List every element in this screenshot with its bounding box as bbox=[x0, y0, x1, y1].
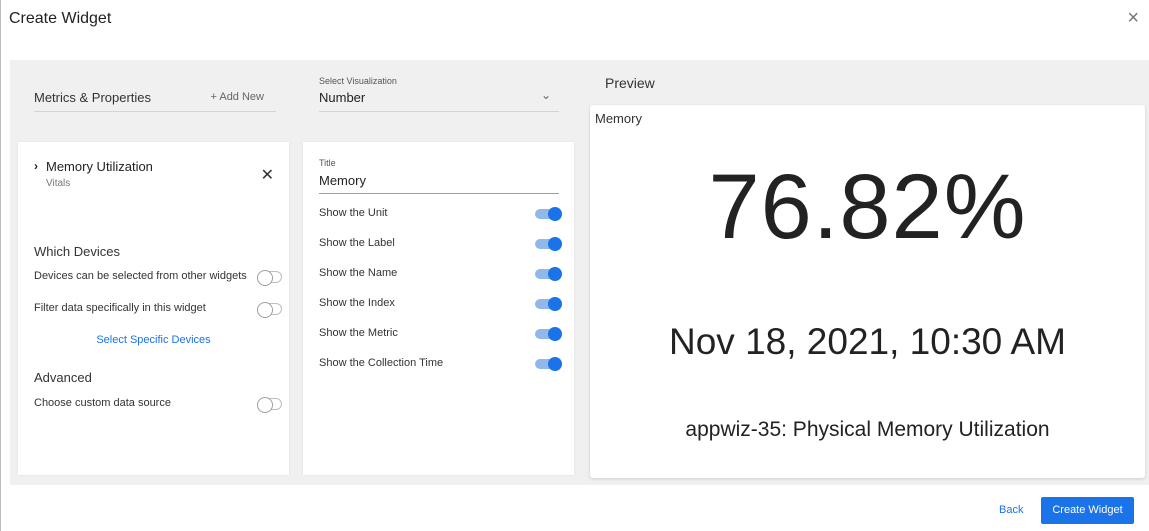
advanced-heading: Advanced bbox=[34, 370, 92, 385]
option-label: Show the Collection Time bbox=[319, 357, 444, 369]
title-field[interactable]: Title Memory bbox=[319, 158, 559, 194]
close-icon[interactable]: × bbox=[1127, 8, 1139, 28]
show-label-toggle[interactable] bbox=[535, 237, 562, 251]
metrics-properties-label: Metrics & Properties bbox=[34, 90, 152, 105]
settings-panel: Title Memory Show the Unit Show the Labe… bbox=[303, 142, 574, 475]
option-custom-data-source: Choose custom data source bbox=[34, 396, 282, 413]
remove-metric-icon[interactable]: ✕ bbox=[261, 165, 274, 185]
create-widget-dialog: Create Widget × Metrics & Properties + A… bbox=[0, 0, 1149, 531]
chevron-down-icon: ⌄ bbox=[540, 88, 551, 102]
metrics-properties-header: Metrics & Properties + Add New bbox=[34, 88, 276, 112]
option-show-name: Show the Name bbox=[319, 266, 562, 282]
option-label: Show the Metric bbox=[319, 327, 398, 339]
show-name-toggle[interactable] bbox=[535, 267, 562, 281]
back-button[interactable]: Back bbox=[999, 504, 1023, 516]
option-show-metric: Show the Metric bbox=[319, 326, 562, 342]
option-show-collection-time: Show the Collection Time bbox=[319, 356, 562, 372]
which-devices-heading: Which Devices bbox=[34, 244, 120, 259]
title-field-value[interactable]: Memory bbox=[319, 173, 366, 188]
metric-name: Memory Utilization bbox=[46, 159, 153, 174]
title-field-label: Title bbox=[319, 158, 336, 168]
chevron-right-icon[interactable]: › bbox=[34, 159, 38, 173]
metric-category: Vitals bbox=[46, 178, 71, 189]
option-filter-data-in-widget: Filter data specifically in this widget bbox=[34, 301, 282, 318]
preview-metric-value: 76.82% bbox=[708, 156, 1027, 258]
add-new-button[interactable]: + Add New bbox=[210, 91, 264, 103]
option-label: Show the Name bbox=[319, 267, 398, 279]
preview-metric-name: appwiz-35: Physical Memory Utilization bbox=[685, 418, 1050, 441]
show-metric-toggle[interactable] bbox=[535, 327, 562, 341]
metrics-panel: › Memory Utilization Vitals ✕ Which Devi… bbox=[18, 142, 289, 475]
option-label: Show the Index bbox=[319, 297, 395, 309]
show-index-toggle[interactable] bbox=[535, 297, 562, 311]
widget-workspace: Metrics & Properties + Add New Select Vi… bbox=[10, 60, 1149, 485]
option-show-index: Show the Index bbox=[319, 296, 562, 312]
option-label: Filter data specifically in this widget bbox=[34, 302, 206, 314]
preview-widget-title: Memory bbox=[595, 111, 642, 126]
devices-other-widgets-toggle[interactable] bbox=[257, 270, 282, 286]
option-show-label: Show the Label bbox=[319, 236, 562, 252]
visualization-select[interactable]: Select Visualization Number ⌄ bbox=[319, 74, 559, 112]
option-label: Choose custom data source bbox=[34, 397, 171, 409]
widget-preview: Memory 76.82% Nov 18, 2021, 10:30 AM app… bbox=[590, 105, 1145, 478]
option-show-unit: Show the Unit bbox=[319, 206, 562, 222]
show-unit-toggle[interactable] bbox=[535, 207, 562, 221]
filter-data-toggle[interactable] bbox=[257, 302, 282, 318]
select-specific-devices-link[interactable]: Select Specific Devices bbox=[18, 334, 289, 346]
option-devices-from-other-widgets: Devices can be selected from other widge… bbox=[34, 269, 282, 286]
preview-heading: Preview bbox=[605, 75, 655, 91]
dialog-title: Create Widget bbox=[9, 10, 112, 27]
option-label: Show the Unit bbox=[319, 207, 388, 219]
show-collection-time-toggle[interactable] bbox=[535, 357, 562, 371]
preview-collection-time: Nov 18, 2021, 10:30 AM bbox=[669, 321, 1066, 362]
option-label: Show the Label bbox=[319, 237, 395, 249]
visualization-value: Number bbox=[319, 90, 366, 105]
custom-data-source-toggle[interactable] bbox=[257, 397, 282, 413]
option-label: Devices can be selected from other widge… bbox=[34, 270, 247, 282]
create-widget-button[interactable]: Create Widget bbox=[1041, 497, 1134, 524]
visualization-label: Select Visualization bbox=[319, 76, 397, 86]
